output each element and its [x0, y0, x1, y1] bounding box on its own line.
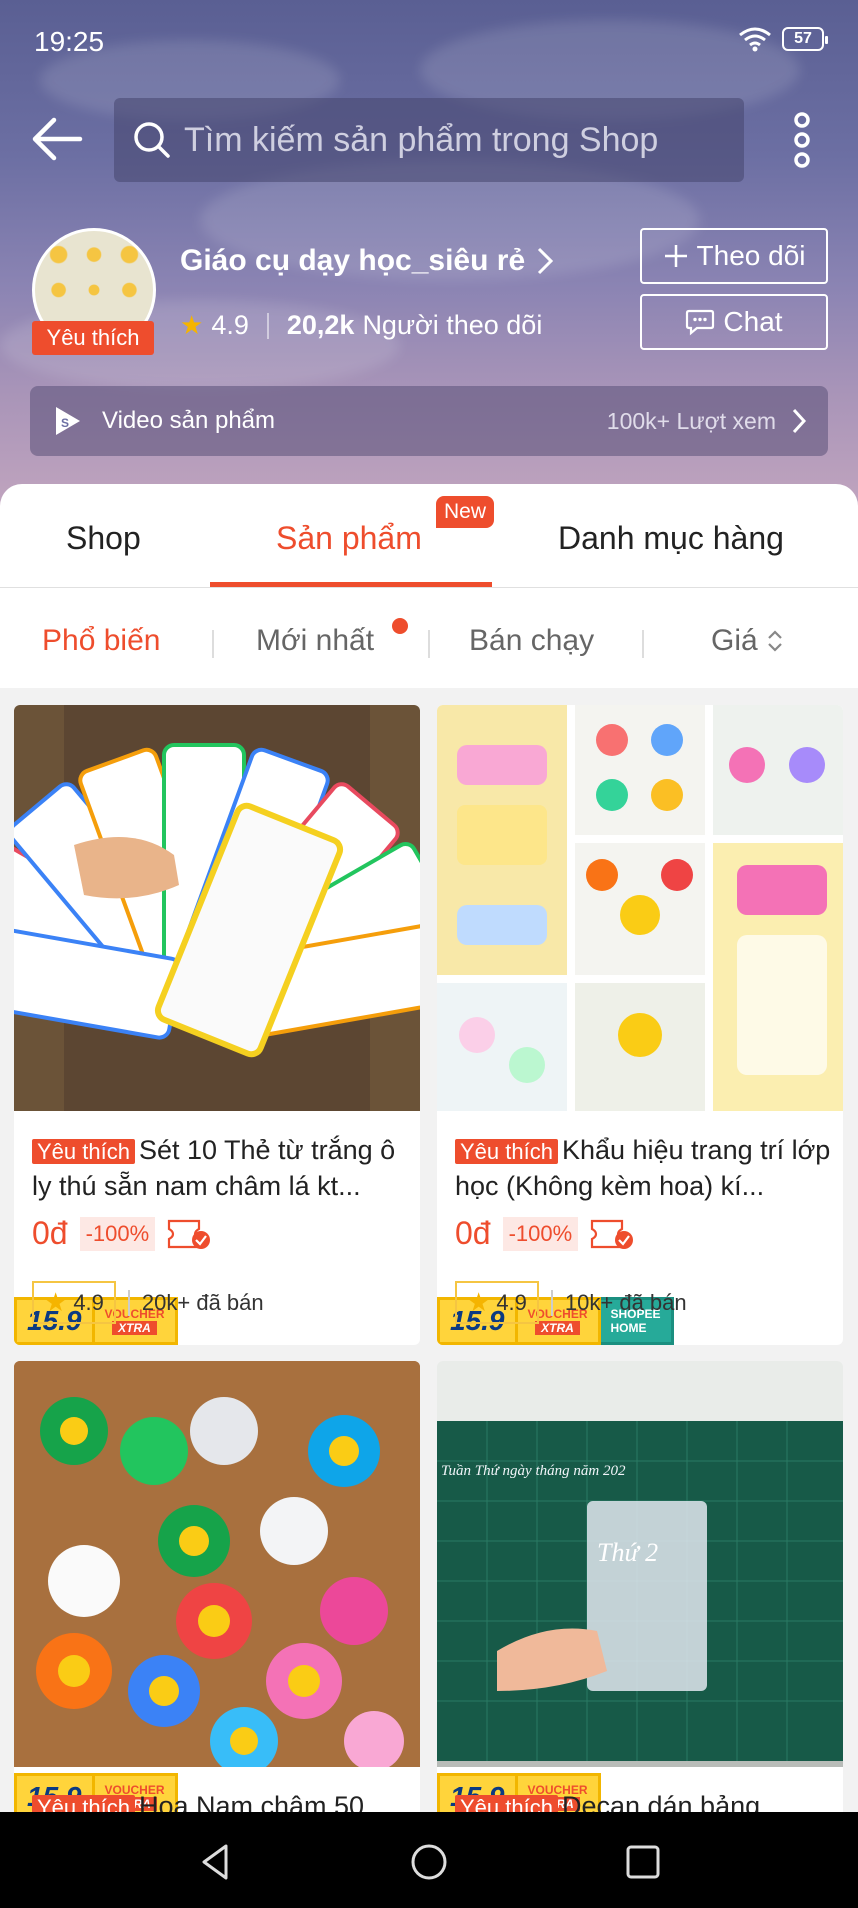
shop-info: Yêu thích Giáo cụ dạy học_siêu rẻ ★ 4.9 … [0, 224, 858, 364]
status-time: 19:25 [34, 26, 105, 57]
divider [266, 312, 269, 339]
product-image-art [14, 705, 420, 1111]
product-title: Yêu thích Sét 10 Thẻ từ trắng ô ly thú sẵ… [32, 1133, 408, 1203]
new-badge: New [436, 496, 495, 528]
product-card[interactable]: 15.9 VOUCHER XTRA Yêu thích Sét 10 Thẻ từ… [14, 705, 420, 1345]
battery-indicator: 57 [782, 27, 828, 51]
followers-count: 20,2k [286, 310, 355, 340]
video-products-bar[interactable]: S Video sản phẩm 100k+ Lượt xem [30, 386, 828, 456]
star-icon: ★ [467, 1287, 491, 1317]
svg-text:S: S [61, 416, 69, 430]
discount-badge: -100% [79, 1216, 156, 1251]
rating-box: ★ 4.9 [455, 1281, 539, 1324]
product-price: 0đ [455, 1215, 491, 1251]
product-image-art [437, 705, 843, 1111]
sort-arrows-icon [767, 630, 782, 652]
shop-name: Giáo cụ dạy học_siêu rẻ [180, 244, 526, 277]
more-options-icon[interactable] [780, 110, 824, 170]
wifi-icon [739, 27, 771, 52]
product-image-art [14, 1361, 420, 1767]
product-rating: 4.9 [496, 1289, 527, 1315]
nav-home-icon[interactable] [409, 1842, 449, 1882]
sort-popular[interactable]: Phổ biến [42, 624, 160, 658]
video-label: Video sản phẩm [102, 407, 276, 434]
favorite-tag: Yêu thích [455, 1139, 558, 1164]
sort-newest[interactable]: Mới nhất [256, 624, 374, 658]
search-input[interactable] [184, 120, 744, 160]
discount-badge: -100% [502, 1216, 579, 1251]
divider [642, 630, 644, 658]
status-icons: 57 [738, 26, 828, 52]
product-title: Yêu thích Khẩu hiệu trang trí lớp học (Kh… [455, 1133, 831, 1203]
product-card[interactable]: 15.9 VOUCHER XTRA Yêu thíchHoa Nam châm … [14, 1361, 420, 1821]
nav-back-icon[interactable] [196, 1842, 236, 1882]
tab-categories[interactable]: Danh mục hàng [558, 520, 784, 557]
rating-row: ★ 4.9 20k+ đã bán [32, 1281, 264, 1324]
chat-label: Chat [723, 306, 783, 337]
nav-recents-icon[interactable] [623, 1842, 663, 1882]
star-icon: ★ [44, 1287, 68, 1317]
product-card[interactable]: Tuần Thứ ngày tháng năm 202 Thứ 2 15.9 V… [437, 1361, 843, 1821]
sort-price[interactable]: Giá [711, 624, 784, 658]
rating-row: ★ 4.9 10k+ đã bán [455, 1281, 687, 1324]
product-rating: 4.9 [73, 1289, 104, 1315]
price-row: 0đ -100% [455, 1215, 636, 1252]
tab-bar: Shop Sản phẩm New Danh mục hàng [0, 484, 858, 588]
follow-label: Theo dõi [696, 240, 806, 271]
product-price: 0đ [32, 1215, 68, 1251]
active-tab-indicator [210, 582, 492, 587]
follow-button[interactable]: Theo dõi [640, 228, 828, 284]
rating-box: ★ 4.9 [32, 1281, 116, 1324]
chat-button[interactable]: Chat [640, 294, 828, 350]
product-image-art: Tuần Thứ ngày tháng năm 202 Thứ 2 [437, 1361, 843, 1767]
system-nav-bar [0, 1812, 858, 1908]
product-image [14, 705, 420, 1111]
divider [428, 630, 430, 658]
favorite-tag: Yêu thích [32, 1139, 135, 1164]
divider [212, 630, 214, 658]
chat-bubble-icon [686, 309, 715, 336]
price-row: 0đ -100% [32, 1215, 213, 1252]
notification-dot [392, 618, 408, 634]
content-panel: Shop Sản phẩm New Danh mục hàng Phổ biến… [0, 484, 858, 688]
star-icon: ★ [180, 310, 204, 340]
search-bar[interactable] [114, 98, 744, 182]
sort-bar: Phổ biến Mới nhất Bán chạy Giá [0, 588, 858, 688]
tab-products[interactable]: Sản phẩm [276, 520, 422, 557]
shopee-video-icon: S [56, 407, 80, 435]
board-sign-text: Thứ 2 [597, 1538, 658, 1567]
status-bar: 19:25 57 [0, 0, 858, 80]
sort-best-selling[interactable]: Bán chạy [469, 624, 594, 658]
shop-name-link[interactable]: Giáo cụ dạy học_siêu rẻ [180, 244, 555, 278]
sold-count: 20k+ đã bán [127, 1289, 264, 1316]
voucher-check-icon [591, 1219, 634, 1249]
board-header-text: Tuần Thứ ngày tháng năm 202 [441, 1463, 626, 1479]
chevron-right-icon [538, 247, 554, 275]
product-image: Tuần Thứ ngày tháng năm 202 Thứ 2 [437, 1361, 843, 1767]
favorite-shop-badge: Yêu thích [32, 321, 154, 355]
product-image [437, 705, 843, 1111]
voucher-check-icon [168, 1219, 211, 1249]
plus-icon [664, 245, 687, 267]
back-arrow-icon[interactable] [28, 114, 88, 164]
video-views: 100k+ Lượt xem [606, 407, 776, 434]
sold-count: 10k+ đã bán [550, 1289, 687, 1316]
shop-rating: 4.9 [211, 310, 249, 340]
shop-stats: ★ 4.9 20,2k Người theo dõi [180, 310, 542, 341]
search-icon [134, 122, 170, 158]
sort-price-label: Giá [711, 624, 758, 657]
tab-shop[interactable]: Shop [66, 520, 141, 557]
chevron-right-icon [792, 408, 807, 434]
top-bar [0, 96, 858, 186]
followers-label: Người theo dõi [362, 310, 543, 340]
product-image [14, 1361, 420, 1767]
product-card[interactable]: 15.9 VOUCHER XTRA SHOPEE HOME Yêu thích K… [437, 705, 843, 1345]
